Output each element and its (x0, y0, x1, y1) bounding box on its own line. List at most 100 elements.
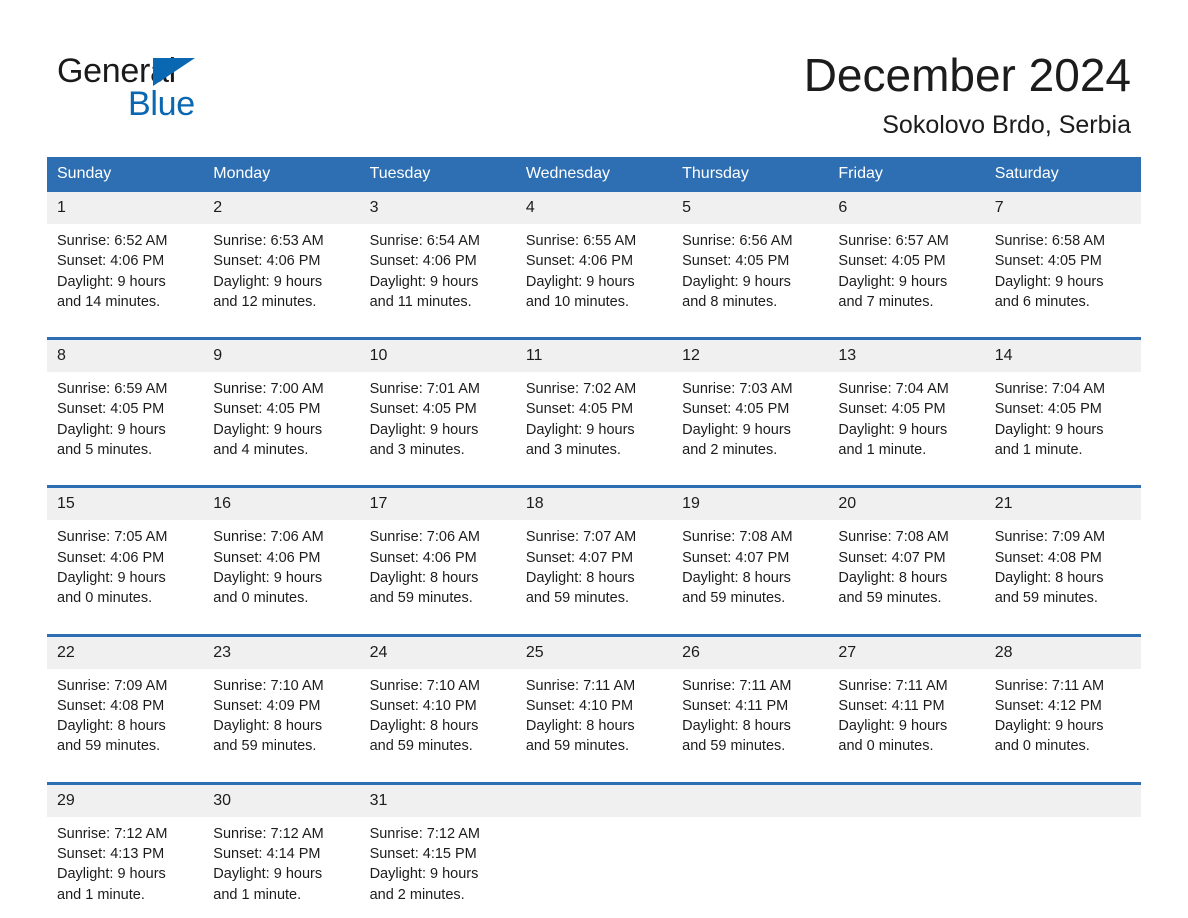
daylight-text-line1: Daylight: 8 hours (369, 718, 479, 735)
day-number: 18 (515, 488, 673, 521)
week-row: 22 Sunrise: 7:09 AM Sunset: 4:08 PM Dayl… (47, 633, 1141, 767)
day-cell[interactable]: 11 Sunrise: 7:02 AM Sunset: 4:05 PM Dayl… (515, 340, 673, 471)
daylight-text-line2: and 59 minutes. (525, 590, 630, 607)
daylight-text-line2: and 59 minutes. (994, 590, 1098, 607)
sunset-text: Sunset: 4:05 PM (682, 253, 790, 270)
day-cell[interactable]: 1 Sunrise: 6:52 AM Sunset: 4:06 PM Dayli… (47, 192, 204, 323)
day-number (672, 784, 829, 817)
day-cell[interactable]: 17 Sunrise: 7:06 AM Sunset: 4:06 PM Dayl… (359, 488, 516, 619)
day-cell[interactable]: 27 Sunrise: 7:11 AM Sunset: 4:11 PM Dayl… (828, 636, 985, 767)
daylight-text-line2: and 0 minutes. (994, 738, 1090, 755)
day-cell[interactable]: 5 Sunrise: 6:56 AM Sunset: 4:05 PM Dayli… (672, 192, 829, 323)
day-details: Sunrise: 6:52 AM Sunset: 4:06 PM Dayligh… (47, 224, 203, 322)
daylight-text-line1: Daylight: 9 hours (525, 273, 635, 290)
day-cell[interactable]: 22 Sunrise: 7:09 AM Sunset: 4:08 PM Dayl… (47, 636, 204, 767)
day-details: Sunrise: 7:11 AM Sunset: 4:12 PM Dayligh… (985, 669, 1141, 767)
day-cell[interactable]: 31 Sunrise: 7:12 AM Sunset: 4:15 PM Dayl… (359, 784, 516, 915)
daylight-text-line2: and 10 minutes. (525, 293, 630, 310)
sunset-text: Sunset: 4:06 PM (525, 253, 634, 270)
day-cell[interactable]: 3 Sunrise: 6:54 AM Sunset: 4:06 PM Dayli… (359, 192, 516, 323)
sunrise-text: Sunrise: 7:08 AM (682, 529, 793, 546)
day-cell[interactable]: 2 Sunrise: 6:53 AM Sunset: 4:06 PM Dayli… (203, 192, 360, 323)
sunrise-text: Sunrise: 6:55 AM (525, 233, 637, 249)
sunset-text: Sunset: 4:13 PM (57, 846, 165, 863)
day-cell[interactable]: 16 Sunrise: 7:06 AM Sunset: 4:06 PM Dayl… (203, 488, 360, 619)
daylight-text-line1: Daylight: 8 hours (838, 569, 948, 586)
day-details: Sunrise: 7:02 AM Sunset: 4:05 PM Dayligh… (516, 372, 672, 470)
day-cell[interactable]: 6 Sunrise: 6:57 AM Sunset: 4:05 PM Dayli… (828, 192, 985, 323)
day-cell[interactable]: 28 Sunrise: 7:11 AM Sunset: 4:12 PM Dayl… (984, 636, 1141, 767)
day-number: 6 (828, 192, 985, 224)
page-title: December 2024 (803, 49, 1131, 101)
day-cell[interactable]: 15 Sunrise: 7:05 AM Sunset: 4:06 PM Dayl… (47, 488, 204, 619)
day-cell[interactable]: 29 Sunrise: 7:12 AM Sunset: 4:13 PM Dayl… (47, 784, 204, 915)
day-cell[interactable]: 19 Sunrise: 7:08 AM Sunset: 4:07 PM Dayl… (672, 488, 829, 619)
day-cell-empty (984, 784, 1141, 915)
day-cell[interactable]: 14 Sunrise: 7:04 AM Sunset: 4:05 PM Dayl… (984, 340, 1141, 471)
sunrise-text: Sunrise: 7:08 AM (838, 529, 949, 546)
daylight-text-line2: and 1 minute. (994, 442, 1083, 459)
day-cell-empty (828, 784, 985, 915)
daylight-text-line2: and 59 minutes. (213, 738, 317, 755)
week-spacer (47, 766, 1141, 782)
day-number (515, 784, 673, 817)
weekday-header-tuesday: Tuesday (369, 165, 431, 182)
day-cell[interactable]: 8 Sunrise: 6:59 AM Sunset: 4:05 PM Dayli… (47, 340, 204, 471)
day-details: Sunrise: 7:12 AM Sunset: 4:14 PM Dayligh… (203, 817, 359, 915)
day-cell[interactable]: 23 Sunrise: 7:10 AM Sunset: 4:09 PM Dayl… (203, 636, 360, 767)
day-number: 30 (203, 784, 360, 817)
day-number: 29 (47, 784, 204, 817)
daylight-text-line1: Daylight: 9 hours (682, 421, 791, 438)
sunrise-text: Sunrise: 7:09 AM (57, 677, 168, 694)
sunrise-text: Sunrise: 7:02 AM (525, 381, 637, 398)
day-cell[interactable]: 9 Sunrise: 7:00 AM Sunset: 4:05 PM Dayli… (203, 340, 360, 471)
sunrise-text: Sunrise: 7:04 AM (838, 381, 949, 398)
sunset-text: Sunset: 4:06 PM (369, 549, 477, 566)
sunset-text: Sunset: 4:06 PM (57, 549, 165, 566)
day-cell[interactable]: 13 Sunrise: 7:04 AM Sunset: 4:05 PM Dayl… (828, 340, 985, 471)
daylight-text-line2: and 0 minutes. (838, 738, 934, 755)
day-cell[interactable]: 30 Sunrise: 7:12 AM Sunset: 4:14 PM Dayl… (203, 784, 360, 915)
day-cell[interactable]: 10 Sunrise: 7:01 AM Sunset: 4:05 PM Dayl… (359, 340, 516, 471)
day-details: Sunrise: 7:08 AM Sunset: 4:07 PM Dayligh… (828, 520, 984, 618)
day-cell[interactable]: 24 Sunrise: 7:10 AM Sunset: 4:10 PM Dayl… (359, 636, 516, 767)
day-number (828, 784, 985, 817)
day-details: Sunrise: 7:12 AM Sunset: 4:15 PM Dayligh… (360, 817, 516, 915)
day-cell[interactable]: 18 Sunrise: 7:07 AM Sunset: 4:07 PM Dayl… (515, 488, 673, 619)
day-number: 16 (203, 488, 360, 521)
day-cell[interactable]: 12 Sunrise: 7:03 AM Sunset: 4:05 PM Dayl… (672, 340, 829, 471)
weekday-header-thursday: Thursday (682, 165, 749, 182)
day-cell[interactable]: 20 Sunrise: 7:08 AM Sunset: 4:07 PM Dayl… (828, 488, 985, 619)
sunset-text: Sunset: 4:05 PM (57, 401, 165, 418)
daylight-text-line2: and 12 minutes. (213, 293, 317, 310)
day-cell[interactable]: 7 Sunrise: 6:58 AM Sunset: 4:05 PM Dayli… (984, 192, 1141, 323)
day-cell[interactable]: 26 Sunrise: 7:11 AM Sunset: 4:11 PM Dayl… (672, 636, 829, 767)
daylight-text-line1: Daylight: 9 hours (213, 866, 323, 883)
day-number: 14 (984, 340, 1141, 373)
day-number: 4 (515, 192, 673, 224)
daylight-text-line2: and 2 minutes. (682, 442, 778, 459)
sunrise-text: Sunrise: 7:03 AM (682, 381, 793, 398)
triangle-icon (153, 58, 195, 86)
generalblue-logo[interactable]: General Blue (57, 52, 257, 123)
day-number: 25 (515, 636, 673, 669)
sunrise-text: Sunrise: 7:09 AM (994, 529, 1106, 546)
day-cell[interactable]: 4 Sunrise: 6:55 AM Sunset: 4:06 PM Dayli… (515, 192, 673, 323)
sunset-text: Sunset: 4:05 PM (369, 401, 477, 418)
daylight-text-line2: and 0 minutes. (57, 590, 153, 607)
sunrise-text: Sunrise: 7:10 AM (369, 677, 480, 694)
day-cell[interactable]: 21 Sunrise: 7:09 AM Sunset: 4:08 PM Dayl… (984, 488, 1141, 619)
weekday-header-friday: Friday (838, 165, 883, 182)
day-cell-empty (672, 784, 829, 915)
week-spacer (47, 322, 1141, 338)
day-number: 20 (828, 488, 985, 521)
day-cell[interactable]: 25 Sunrise: 7:11 AM Sunset: 4:10 PM Dayl… (515, 636, 673, 767)
sunrise-text: Sunrise: 7:05 AM (57, 529, 168, 546)
day-number: 31 (359, 784, 516, 817)
day-number (984, 784, 1141, 817)
sunrise-text: Sunrise: 7:11 AM (838, 677, 948, 694)
daylight-text-line2: and 59 minutes. (682, 738, 786, 755)
daylight-text-line2: and 3 minutes. (369, 442, 465, 459)
day-number: 12 (672, 340, 829, 373)
day-details: Sunrise: 6:54 AM Sunset: 4:06 PM Dayligh… (360, 224, 516, 322)
